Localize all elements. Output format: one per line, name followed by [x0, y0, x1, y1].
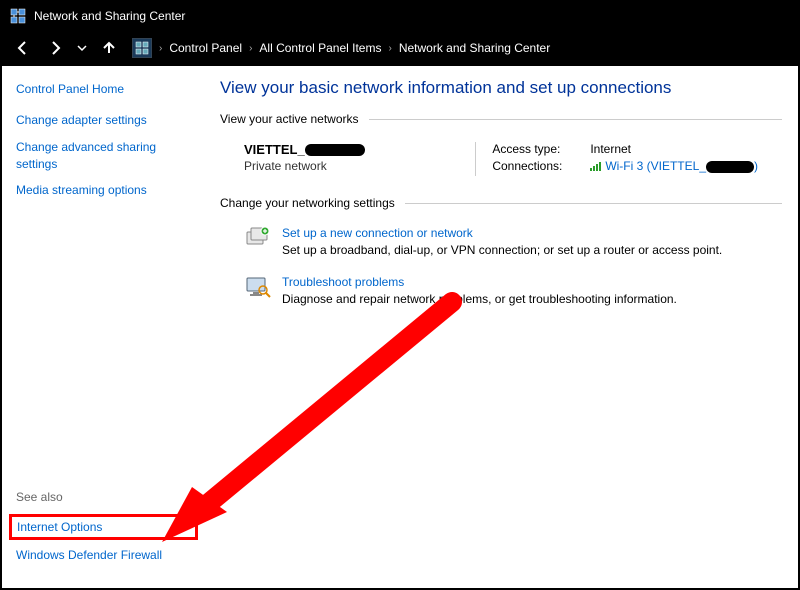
control-panel-home-link[interactable]: Control Panel Home	[16, 82, 198, 96]
sidebar-link-media-streaming[interactable]: Media streaming options	[16, 182, 198, 199]
active-network-row: VIETTEL_ Private network Access type: In…	[220, 138, 782, 196]
navigation-bar: › Control Panel › All Control Panel Item…	[2, 30, 798, 66]
app-icon	[10, 8, 26, 24]
redacted-text	[706, 161, 754, 173]
title-bar: Network and Sharing Center	[2, 2, 798, 30]
network-name-prefix: VIETTEL_	[244, 142, 305, 157]
content-area: Control Panel Home Change adapter settin…	[2, 66, 798, 588]
sidebar-link-adapter-settings[interactable]: Change adapter settings	[16, 112, 198, 129]
breadcrumb-control-panel[interactable]: Control Panel	[169, 41, 242, 55]
page-title: View your basic network information and …	[220, 78, 782, 98]
task-troubleshoot-link[interactable]: Troubleshoot problems	[282, 275, 677, 289]
sidebar-link-advanced-sharing[interactable]: Change advanced sharing settings	[16, 139, 198, 173]
recent-locations-dropdown[interactable]	[74, 35, 90, 61]
annotation-highlight-box: Internet Options	[9, 514, 198, 540]
breadcrumb-all-items[interactable]: All Control Panel Items	[259, 41, 381, 55]
breadcrumb: › Control Panel › All Control Panel Item…	[132, 38, 550, 58]
chevron-right-icon[interactable]: ›	[388, 43, 391, 54]
see-also-firewall[interactable]: Windows Defender Firewall	[16, 548, 198, 562]
troubleshoot-icon	[244, 275, 272, 299]
task-troubleshoot: Troubleshoot problems Diagnose and repai…	[220, 271, 782, 320]
task-new-connection: Set up a new connection or network Set u…	[220, 222, 782, 271]
redacted-text	[305, 144, 365, 156]
task-new-connection-link[interactable]: Set up a new connection or network	[282, 226, 722, 240]
forward-button[interactable]	[42, 35, 68, 61]
access-type-value: Internet	[590, 142, 631, 156]
wifi-signal-icon	[590, 161, 601, 171]
window-title: Network and Sharing Center	[34, 9, 185, 23]
breadcrumb-current[interactable]: Network and Sharing Center	[399, 41, 550, 55]
network-name[interactable]: VIETTEL_	[244, 142, 365, 157]
task-new-connection-desc: Set up a broadband, dial-up, or VPN conn…	[282, 243, 722, 257]
chevron-right-icon[interactable]: ›	[159, 43, 162, 54]
active-networks-label: View your active networks	[220, 112, 359, 126]
connection-link[interactable]: Wi-Fi 3 (VIETTEL_)	[605, 159, 758, 173]
up-button[interactable]	[96, 35, 122, 61]
access-type-label: Access type:	[492, 142, 572, 156]
see-also-heading: See also	[16, 490, 198, 504]
sidebar: Control Panel Home Change adapter settin…	[2, 66, 212, 588]
task-troubleshoot-desc: Diagnose and repair network problems, or…	[282, 292, 677, 306]
change-settings-label: Change your networking settings	[220, 196, 395, 210]
control-panel-icon[interactable]	[132, 38, 152, 58]
active-networks-header: View your active networks	[220, 112, 782, 126]
new-connection-icon	[244, 226, 272, 250]
network-type: Private network	[244, 159, 475, 173]
chevron-right-icon[interactable]: ›	[249, 43, 252, 54]
change-settings-header: Change your networking settings	[220, 196, 782, 210]
main-panel: View your basic network information and …	[212, 66, 798, 588]
connections-label: Connections:	[492, 159, 572, 173]
see-also-internet-options[interactable]: Internet Options	[17, 520, 102, 534]
back-button[interactable]	[10, 35, 36, 61]
